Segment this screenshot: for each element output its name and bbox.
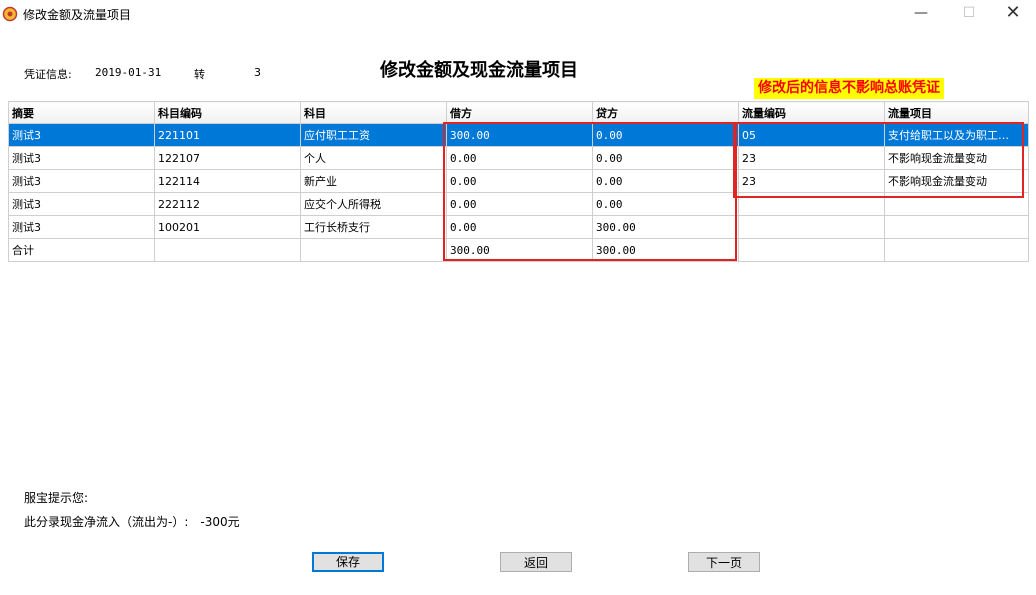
col-header-debit[interactable]: 借方 [446, 101, 593, 124]
cell-summary[interactable]: 测试3 [8, 123, 155, 147]
cell-summary[interactable]: 测试3 [8, 192, 155, 216]
table-total-row: 合计 300.00 300.00 [8, 238, 1029, 262]
total-debit: 300.00 [446, 238, 593, 262]
cell-credit[interactable]: 0.00 [592, 146, 739, 170]
cell-summary[interactable]: 测试3 [8, 169, 155, 193]
total-cell [884, 238, 1029, 262]
entries-table: 摘要 科目编码 科目 借方 贷方 流量编码 流量项目 测试3 221101 应付… [8, 101, 1029, 262]
cell-account-code[interactable]: 122107 [154, 146, 301, 170]
cell-summary[interactable]: 测试3 [8, 215, 155, 239]
voucher-date: 2019-01-31 [95, 66, 162, 79]
tip-title: 服宝提示您: [24, 491, 89, 505]
voucher-type: 转 [194, 68, 205, 81]
cell-flow-code[interactable]: 23 [738, 169, 885, 193]
cell-debit[interactable]: 0.00 [446, 169, 593, 193]
cell-debit[interactable]: 0.00 [446, 215, 593, 239]
cell-account[interactable]: 应交个人所得税 [300, 192, 447, 216]
title-bar: 修改金额及流量项目 — ☐ ✕ [0, 0, 1036, 28]
cell-flow-code[interactable] [738, 192, 885, 216]
cell-flow-item[interactable] [884, 215, 1029, 239]
cell-debit[interactable]: 300.00 [446, 123, 593, 147]
cell-debit[interactable]: 0.00 [446, 192, 593, 216]
cell-flow-code[interactable]: 23 [738, 146, 885, 170]
voucher-info-label: 凭证信息: [24, 68, 72, 81]
cell-flow-item[interactable]: 不影响现金流量变动 [884, 169, 1029, 193]
cell-debit[interactable]: 0.00 [446, 146, 593, 170]
save-button[interactable]: 保存 [312, 552, 384, 572]
net-flow-tip: 此分录现金净流入（流出为-）: -300元 [24, 513, 240, 530]
cell-account-code[interactable]: 222112 [154, 192, 301, 216]
net-flow-label: 此分录现金净流入（流出为-）: [24, 515, 189, 529]
minimize-icon[interactable]: — [898, 0, 944, 28]
window-title: 修改金额及流量项目 [23, 8, 132, 22]
table-row[interactable]: 测试3 221101 应付职工工资 300.00 0.00 05 支付给职工以及… [8, 123, 1029, 147]
cell-account[interactable]: 工行长桥支行 [300, 215, 447, 239]
cell-flow-item[interactable]: 不影响现金流量变动 [884, 146, 1029, 170]
cell-account[interactable]: 应付职工工资 [300, 123, 447, 147]
cell-credit[interactable]: 0.00 [592, 123, 739, 147]
voucher-number: 3 [254, 66, 261, 79]
table-row[interactable]: 测试3 222112 应交个人所得税 0.00 0.00 [8, 192, 1029, 216]
cell-account-code[interactable]: 221101 [154, 123, 301, 147]
table-row[interactable]: 测试3 122114 新产业 0.00 0.00 23 不影响现金流量变动 [8, 169, 1029, 193]
cell-account-code[interactable]: 122114 [154, 169, 301, 193]
app-logo-icon [2, 6, 18, 22]
col-header-summary[interactable]: 摘要 [8, 101, 155, 124]
col-header-account[interactable]: 科目 [300, 101, 447, 124]
table-header-row: 摘要 科目编码 科目 借方 贷方 流量编码 流量项目 [8, 101, 1029, 124]
cell-credit[interactable]: 300.00 [592, 215, 739, 239]
page-title: 修改金额及现金流量项目 [380, 60, 578, 81]
total-cell [300, 238, 447, 262]
col-header-credit[interactable]: 贷方 [592, 101, 739, 124]
total-cell [738, 238, 885, 262]
back-button[interactable]: 返回 [500, 552, 572, 572]
next-page-button[interactable]: 下一页 [688, 552, 760, 572]
table-row[interactable]: 测试3 122107 个人 0.00 0.00 23 不影响现金流量变动 [8, 146, 1029, 170]
total-credit: 300.00 [592, 238, 739, 262]
annotation-note: 修改后的信息不影响总账凭证 [754, 78, 944, 99]
cell-flow-code[interactable]: 05 [738, 123, 885, 147]
col-header-flow-item[interactable]: 流量项目 [884, 101, 1029, 124]
total-label: 合计 [8, 238, 155, 262]
cell-summary[interactable]: 测试3 [8, 146, 155, 170]
net-flow-value: -300元 [200, 515, 240, 529]
cell-credit[interactable]: 0.00 [592, 169, 739, 193]
total-cell [154, 238, 301, 262]
cell-flow-item[interactable] [884, 192, 1029, 216]
cell-credit[interactable]: 0.00 [592, 192, 739, 216]
close-icon[interactable]: ✕ [990, 0, 1036, 28]
cell-account[interactable]: 个人 [300, 146, 447, 170]
cell-account[interactable]: 新产业 [300, 169, 447, 193]
maximize-icon[interactable]: ☐ [946, 0, 992, 28]
col-header-account-code[interactable]: 科目编码 [154, 101, 301, 124]
col-header-flow-code[interactable]: 流量编码 [738, 101, 885, 124]
table-row[interactable]: 测试3 100201 工行长桥支行 0.00 300.00 [8, 215, 1029, 239]
cell-flow-code[interactable] [738, 215, 885, 239]
cell-flow-item[interactable]: 支付给职工以及为职工… [884, 123, 1029, 147]
cell-account-code[interactable]: 100201 [154, 215, 301, 239]
